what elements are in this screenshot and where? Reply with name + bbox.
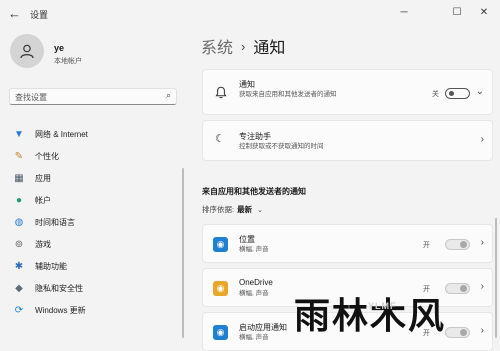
search-icon: ⌕ <box>165 90 171 100</box>
sidebar-scrollbar[interactable] <box>182 168 184 338</box>
sort-label: 排序依据: <box>202 205 235 214</box>
sidebar-item[interactable]: ▼ 网络 & Internet <box>12 124 177 144</box>
sidebar-item-label: 帐户 <box>35 195 51 205</box>
accessibility-icon: ✱ <box>14 260 24 272</box>
app-name: 启动应用通知 <box>239 323 287 332</box>
focus-assist-description: 控制获取或不获取通知的时间 <box>239 143 324 150</box>
senders-heading: 来自应用和其他发送者的通知 <box>202 187 306 196</box>
globe-icon: ◍ <box>14 216 24 228</box>
chevron-down-icon[interactable]: ⌄ <box>476 86 484 97</box>
close-button[interactable]: ✕ <box>472 3 496 21</box>
sort-dropdown[interactable]: 排序依据: 最新 ⌄ <box>202 204 263 215</box>
app-toggle-label: 开 <box>423 242 430 249</box>
search-input[interactable]: 查找设置 <box>15 92 47 103</box>
notifications-toggle[interactable] <box>445 88 470 99</box>
breadcrumb-parent[interactable]: 系统 <box>201 34 233 58</box>
breadcrumb: 系统 › 通知 <box>201 34 285 58</box>
account-type: 本地帐户 <box>54 58 82 65</box>
app-name: OneDrive <box>239 278 273 287</box>
app-notification-card[interactable]: ◉ 位置横幅, 声音 开 › <box>202 224 493 263</box>
sidebar-item[interactable]: ⊚ 游戏 <box>12 234 177 254</box>
apps-icon: ▦ <box>14 172 24 184</box>
maximize-button[interactable]: ☐ <box>445 3 469 21</box>
focus-assist-title: 专注助手 <box>239 132 271 141</box>
app-name: 位置 <box>239 235 255 244</box>
sidebar-item[interactable]: ◆ 隐私和安全性 <box>12 278 177 298</box>
breadcrumb-separator-icon: › <box>241 38 246 54</box>
watermark-sub: YLMF <box>368 301 397 311</box>
notifications-setting-card[interactable]: 通知 获取来自应用和其他发送者的通知 关 ⌄ <box>202 69 493 115</box>
focus-assist-card[interactable]: ☾ 专注助手 控制获取或不获取通知的时间 › <box>202 120 493 161</box>
shield-icon: ◆ <box>15 282 23 294</box>
sidebar-item-label: 游戏 <box>35 239 51 249</box>
window-title: 设置 <box>30 10 49 20</box>
sidebar-item[interactable]: ● 帐户 <box>12 190 177 210</box>
sidebar-item-label: 隐私和安全性 <box>35 283 83 293</box>
sidebar-item[interactable]: ✎ 个性化 <box>12 146 177 166</box>
chevron-right-icon: › <box>480 237 484 248</box>
startup-apps-icon: ◉ <box>213 325 228 340</box>
notifications-title: 通知 <box>239 80 255 89</box>
sidebar-item-label: 网络 & Internet <box>35 129 88 139</box>
sidebar: ye 本地帐户 查找设置 ⌕ ▼ 网络 & Internet ✎ 个性化 ▦ 应用 ● 帐户 ◍… <box>0 28 184 347</box>
app-toggle[interactable] <box>445 239 470 250</box>
minimize-button[interactable]: ─ <box>392 3 416 21</box>
notifications-toggle-label: 关 <box>432 91 439 98</box>
moon-icon: ☾ <box>215 133 225 145</box>
location-app-icon: ◉ <box>213 237 228 252</box>
sidebar-item[interactable]: ✱ 辅助功能 <box>12 256 177 276</box>
sidebar-item-label: 个性化 <box>35 151 59 161</box>
brush-icon: ✎ <box>14 150 24 162</box>
search-box[interactable]: 查找设置 ⌕ <box>9 88 177 105</box>
back-arrow-icon[interactable]: ← <box>8 6 21 21</box>
user-icon <box>20 44 34 59</box>
sort-value: 最新 <box>237 205 253 214</box>
avatar[interactable] <box>10 34 44 68</box>
sidebar-item[interactable]: ⟳ Windows 更新 <box>12 300 177 320</box>
sidebar-item-label: Windows 更新 <box>35 305 86 315</box>
chevron-right-icon: › <box>480 134 484 145</box>
bell-icon <box>215 86 227 99</box>
user-name: ye <box>54 43 65 53</box>
page-title: 通知 <box>253 40 286 57</box>
onedrive-icon: ◉ <box>213 281 228 296</box>
watermark-logo: 雨林木风 YLMF <box>290 287 500 347</box>
watermark-text: 雨林木风 <box>294 295 447 336</box>
chevron-down-icon: ⌄ <box>257 206 263 214</box>
title-bar: ← 设置 ─ ☐ ✕ <box>0 0 500 28</box>
sidebar-item-label: 应用 <box>35 173 51 183</box>
sidebar-item-label: 辅助功能 <box>35 261 67 271</box>
sidebar-item-label: 时间和语言 <box>35 217 75 227</box>
gamepad-icon: ⊚ <box>14 238 24 250</box>
sidebar-item[interactable]: ◍ 时间和语言 <box>12 212 177 232</box>
account-icon: ● <box>15 194 23 206</box>
wifi-icon: ▼ <box>14 128 24 140</box>
app-notification-types: 横幅, 声音 <box>239 246 269 253</box>
windows-update-icon: ⟳ <box>14 304 24 316</box>
sidebar-item[interactable]: ▦ 应用 <box>12 168 177 188</box>
notifications-description: 获取来自应用和其他发送者的通知 <box>239 91 337 98</box>
